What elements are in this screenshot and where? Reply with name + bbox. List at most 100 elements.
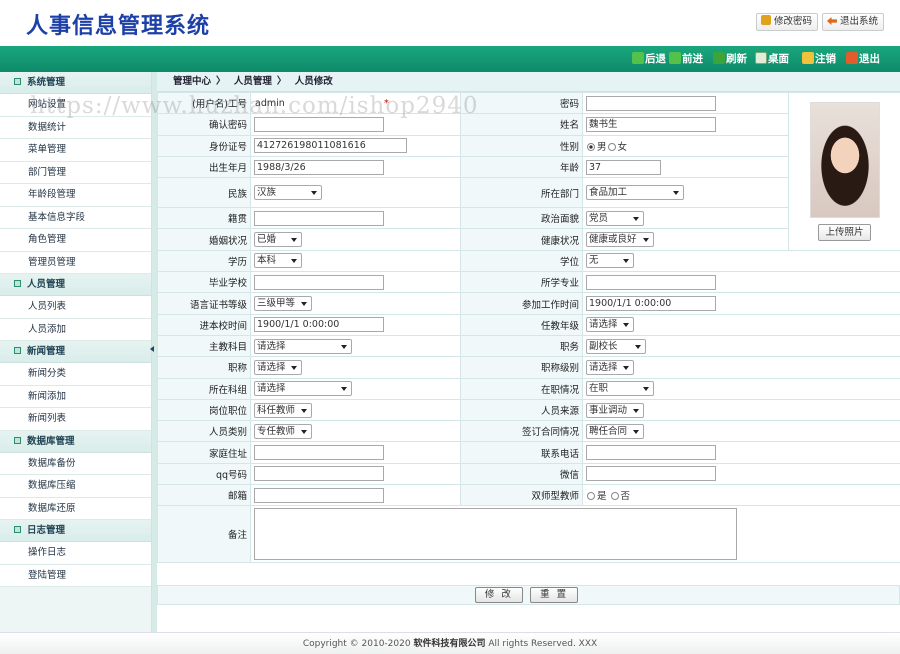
- sidebar-item-db-restore[interactable]: 数据库还原: [0, 497, 151, 520]
- signout-button[interactable]: 注销: [802, 51, 836, 67]
- qq-input[interactable]: [254, 466, 384, 482]
- duty-select[interactable]: 副校长: [586, 338, 646, 354]
- joinschool-input[interactable]: 1900/1/1 0:00:00: [254, 317, 384, 333]
- sidebar-item-menus[interactable]: 菜单管理: [0, 139, 151, 162]
- sidebar-item-news-list[interactable]: 新闻列表: [0, 408, 151, 431]
- sidebar-item-login-log[interactable]: 登陆管理: [0, 564, 151, 587]
- breadcrumb-section[interactable]: 人员管理: [234, 76, 272, 87]
- sidebar-item-db-compress[interactable]: 数据库压缩: [0, 475, 151, 498]
- gender-male-radio[interactable]: [587, 142, 595, 151]
- major-input[interactable]: [586, 274, 716, 290]
- origin-input[interactable]: [254, 210, 384, 226]
- post-select[interactable]: 科任教师: [254, 402, 312, 418]
- sidebar-item-departments[interactable]: 部门管理: [0, 161, 151, 184]
- school-input[interactable]: [254, 274, 384, 290]
- top-header: 人事信息管理系统 修改密码 退出系统: [0, 0, 900, 46]
- gender-label: 性别: [460, 134, 583, 157]
- remark-label: 备注: [157, 505, 251, 564]
- desktop-button[interactable]: 桌面: [755, 51, 789, 67]
- square-icon: [14, 436, 21, 444]
- politics-label: 政治面貌: [460, 207, 583, 230]
- square-icon: [14, 280, 21, 287]
- group-select[interactable]: 请选择: [254, 381, 352, 397]
- sidebar-item-basic-fields[interactable]: 基本信息字段: [0, 206, 151, 229]
- dual-yes-radio[interactable]: [587, 492, 595, 501]
- sidebar-item-operation-log[interactable]: 操作日志: [0, 542, 151, 565]
- sidebar-item-news-add[interactable]: 新闻添加: [0, 385, 151, 408]
- lang-select[interactable]: 三级甲等: [254, 296, 312, 312]
- category-select[interactable]: 专任教师: [254, 423, 312, 439]
- forward-button[interactable]: 前进: [669, 51, 703, 67]
- collapse-arrow-icon[interactable]: [150, 346, 154, 352]
- sidebar-group-news[interactable]: 新闻管理: [0, 341, 151, 363]
- sidebar-item-db-backup[interactable]: 数据库备份: [0, 452, 151, 475]
- change-password-button[interactable]: 修改密码: [756, 13, 819, 31]
- dept-select[interactable]: 食品加工: [586, 185, 684, 201]
- phone-input[interactable]: [586, 445, 716, 461]
- sidebar-group-system[interactable]: 系统管理: [0, 72, 151, 94]
- politics-select[interactable]: 党员: [586, 210, 644, 226]
- sidebar-item-personnel-add[interactable]: 人员添加: [0, 318, 151, 341]
- title-select[interactable]: 请选择: [254, 359, 302, 375]
- submit-button[interactable]: 修 改: [474, 587, 523, 603]
- sidebar-item-news-categories[interactable]: 新闻分类: [0, 363, 151, 386]
- sidebar-group-personnel[interactable]: 人员管理: [0, 274, 151, 296]
- birth-input[interactable]: 1988/3/26: [254, 159, 384, 175]
- degree-select[interactable]: 无: [586, 253, 634, 269]
- workstart-input[interactable]: 1900/1/1 0:00:00: [586, 296, 716, 312]
- logout-system-button[interactable]: 退出系统: [822, 13, 885, 31]
- title-level-select[interactable]: 请选择: [586, 359, 634, 375]
- photo-cell: 上传照片: [788, 92, 900, 251]
- confirm-password-input[interactable]: [254, 116, 384, 132]
- health-select[interactable]: 健康或良好: [586, 232, 654, 248]
- idcard-input[interactable]: 412726198011081616: [254, 138, 407, 154]
- edu-select[interactable]: 本科: [254, 253, 302, 269]
- sidebar-item-admins[interactable]: 管理员管理: [0, 251, 151, 274]
- sidebar-item-roles[interactable]: 角色管理: [0, 229, 151, 252]
- address-input[interactable]: [254, 445, 384, 461]
- quit-button[interactable]: 退出: [846, 51, 880, 67]
- breadcrumb-home[interactable]: 管理中心: [173, 76, 211, 87]
- wechat-input[interactable]: [586, 466, 716, 482]
- dual-teacher-label: 双师型教师: [460, 484, 583, 507]
- status-select[interactable]: 在职: [586, 381, 654, 397]
- form-actions: 修 改 重 置: [157, 585, 900, 605]
- contract-select[interactable]: 聘任合同: [586, 423, 644, 439]
- status-label: 在职情况: [460, 377, 583, 400]
- sidebar-group-logs[interactable]: 日志管理: [0, 520, 151, 542]
- sidebar-group-database[interactable]: 数据库管理: [0, 430, 151, 453]
- duty-label: 职务: [460, 334, 583, 358]
- contract-label: 签订合同情况: [460, 420, 583, 443]
- joinschool-label: 进本校时间: [157, 313, 251, 336]
- name-input[interactable]: 魏书生: [586, 116, 716, 132]
- marriage-select[interactable]: 已婚: [254, 232, 302, 248]
- nation-select[interactable]: 汉族: [254, 185, 322, 201]
- upload-photo-button[interactable]: 上传照片: [818, 223, 871, 241]
- sidebar-item-statistics[interactable]: 数据统计: [0, 116, 151, 139]
- age-input[interactable]: 37: [586, 159, 661, 175]
- gender-female-radio[interactable]: [607, 142, 616, 151]
- refresh-icon: [713, 52, 725, 64]
- source-select[interactable]: 事业调动: [586, 402, 644, 418]
- email-input[interactable]: [254, 487, 384, 503]
- marriage-label: 婚姻状况: [157, 228, 251, 251]
- major-label: 所学专业: [460, 271, 583, 294]
- subject-select[interactable]: 请选择: [254, 338, 352, 354]
- refresh-button[interactable]: 刷新: [713, 51, 747, 67]
- remark-textarea[interactable]: [254, 508, 737, 561]
- title-level-label: 职称级别: [460, 356, 583, 379]
- reset-button[interactable]: 重 置: [530, 587, 579, 603]
- sidebar-item-personnel-list[interactable]: 人员列表: [0, 296, 151, 319]
- title-label: 职称: [157, 356, 251, 379]
- breadcrumb-current: 人员修改: [294, 76, 333, 87]
- password-input[interactable]: [586, 95, 716, 111]
- arrow-left-icon: [827, 17, 837, 25]
- sidebar-item-age-groups[interactable]: 年龄段管理: [0, 184, 151, 207]
- email-label: 邮箱: [157, 484, 251, 507]
- grade-select[interactable]: 请选择: [586, 317, 634, 333]
- square-icon: [14, 347, 21, 354]
- subject-label: 主教科目: [157, 334, 251, 358]
- back-button[interactable]: 后退: [632, 51, 666, 67]
- edu-label: 学历: [157, 249, 251, 273]
- dual-no-radio[interactable]: [610, 492, 619, 501]
